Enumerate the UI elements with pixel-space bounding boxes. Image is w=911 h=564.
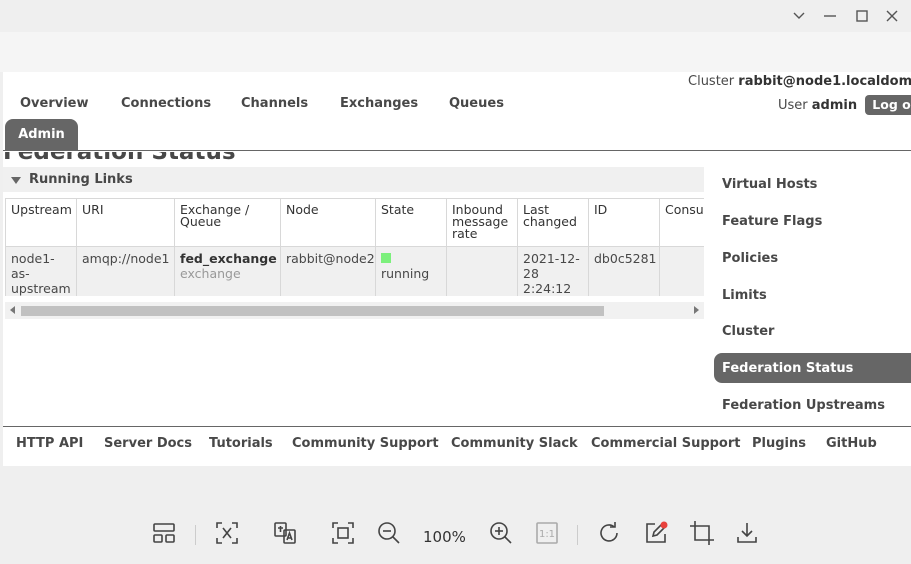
- sidebar-item-federation-upstreams[interactable]: Federation Upstreams: [722, 398, 885, 413]
- nav-channels[interactable]: Channels: [241, 96, 308, 111]
- col-upstream[interactable]: Upstream: [5, 198, 77, 247]
- triangle-down-icon: [11, 177, 21, 184]
- scroll-left-icon[interactable]: [10, 306, 15, 314]
- cell-inbound-rate: [446, 246, 518, 296]
- nav-overview[interactable]: Overview: [20, 96, 89, 111]
- window-titlebar: [0, 0, 911, 32]
- close-icon[interactable]: [881, 5, 903, 27]
- sidebar-item-limits[interactable]: Limits: [722, 288, 767, 303]
- page-background: [0, 32, 911, 72]
- fit-screen-icon[interactable]: [330, 520, 356, 546]
- nav-connections[interactable]: Connections: [121, 96, 211, 111]
- footer-link-commercial-support[interactable]: Commercial Support: [591, 436, 741, 451]
- extract-text-icon[interactable]: [214, 520, 240, 546]
- page-header: Overview Connections Channels Exchanges …: [3, 72, 911, 151]
- cell-uri: amqp://node1: [76, 246, 175, 296]
- sidebar-item-policies[interactable]: Policies: [722, 251, 778, 266]
- user-name: admin: [811, 98, 858, 113]
- running-links-section-toggle[interactable]: Running Links: [3, 167, 704, 192]
- col-state[interactable]: State: [375, 198, 447, 247]
- footer-divider: [3, 426, 911, 427]
- actual-size-icon[interactable]: 1:1: [534, 520, 560, 546]
- col-inbound-rate[interactable]: Inbound message rate: [446, 198, 518, 247]
- state-text: running: [381, 266, 430, 281]
- edit-icon[interactable]: [643, 520, 669, 546]
- cluster-name: rabbit@node1.localdomain: [738, 74, 911, 89]
- cluster-info: Cluster rabbit@node1.localdomain: [688, 74, 911, 89]
- exchange-type: exchange: [180, 266, 241, 281]
- sidebar-item-federation-status[interactable]: Federation Status: [714, 353, 911, 383]
- maximize-icon[interactable]: [851, 5, 873, 27]
- sidebar-item-virtual-hosts[interactable]: Virtual Hosts: [722, 177, 817, 192]
- col-exchange-queue[interactable]: Exchange / Queue: [174, 198, 281, 247]
- sidebar-item-cluster[interactable]: Cluster: [722, 324, 774, 339]
- cluster-label: Cluster: [688, 74, 735, 89]
- zoom-in-icon[interactable]: [488, 520, 514, 546]
- rotate-icon[interactable]: [596, 520, 622, 546]
- footer-link-plugins[interactable]: Plugins: [752, 436, 806, 451]
- cell-upstream[interactable]: node1-as-upstream: [5, 246, 77, 296]
- footer-link-http-api[interactable]: HTTP API: [16, 436, 83, 451]
- table-row: node1-as-upstream amqp://node1 fed_excha…: [5, 246, 704, 296]
- links-table-container: Upstream URI Exchange / Queue Node State…: [5, 198, 704, 296]
- nav-admin-tab[interactable]: Admin: [5, 119, 78, 151]
- toolbar-separator: [195, 525, 196, 545]
- viewer-toolbar: 100% 1:1: [0, 505, 911, 564]
- layout-icon[interactable]: [151, 520, 177, 546]
- header-divider: [3, 150, 911, 151]
- cell-exchange: fed_exchange exchange: [174, 246, 281, 296]
- download-icon[interactable]: [734, 520, 760, 546]
- footer-link-server-docs[interactable]: Server Docs: [104, 436, 192, 451]
- cell-last-changed: 2021-12-28 2:24:12: [517, 246, 589, 296]
- horizontal-scrollbar[interactable]: [5, 302, 704, 319]
- minimize-icon[interactable]: [819, 5, 841, 27]
- footer-link-community-slack[interactable]: Community Slack: [451, 436, 578, 451]
- section-title: Running Links: [29, 172, 133, 187]
- actual-size-label: 1:1: [539, 529, 555, 540]
- translate-icon[interactable]: [272, 520, 298, 546]
- table-header-row: Upstream URI Exchange / Queue Node State…: [5, 198, 704, 247]
- cell-id: db0c5281: [588, 246, 660, 296]
- cell-consumer-tag: [659, 246, 704, 296]
- scroll-right-icon[interactable]: [694, 306, 699, 314]
- zoom-out-icon[interactable]: [376, 520, 402, 546]
- chevron-down-icon[interactable]: [788, 5, 810, 27]
- user-label: User: [778, 98, 808, 113]
- cell-state: running: [375, 246, 447, 296]
- crop-icon[interactable]: [689, 520, 715, 546]
- sidebar-item-feature-flags[interactable]: Feature Flags: [722, 214, 822, 229]
- footer-link-tutorials[interactable]: Tutorials: [209, 436, 273, 451]
- toolbar-separator: [577, 525, 578, 545]
- logout-button[interactable]: Log out: [865, 95, 911, 115]
- nav-queues[interactable]: Queues: [449, 96, 504, 111]
- scrollbar-thumb[interactable]: [21, 306, 604, 316]
- col-id[interactable]: ID: [588, 198, 660, 247]
- zoom-level: 100%: [423, 528, 466, 546]
- col-last-changed[interactable]: Last changed: [517, 198, 589, 247]
- status-indicator-icon: [381, 253, 391, 263]
- nav-exchanges[interactable]: Exchanges: [340, 96, 418, 111]
- col-node[interactable]: Node: [280, 198, 376, 247]
- cell-node: rabbit@node2: [280, 246, 376, 296]
- user-info: User admin Log out: [778, 95, 911, 115]
- web-page: Overview Connections Channels Exchanges …: [3, 72, 911, 466]
- links-table: Upstream URI Exchange / Queue Node State…: [5, 198, 704, 296]
- col-consumer-tag[interactable]: Consumer tag: [659, 198, 704, 247]
- exchange-name[interactable]: fed_exchange: [180, 251, 277, 266]
- footer-link-community-support[interactable]: Community Support: [292, 436, 439, 451]
- footer-link-github[interactable]: GitHub: [826, 436, 877, 451]
- col-uri[interactable]: URI: [76, 198, 175, 247]
